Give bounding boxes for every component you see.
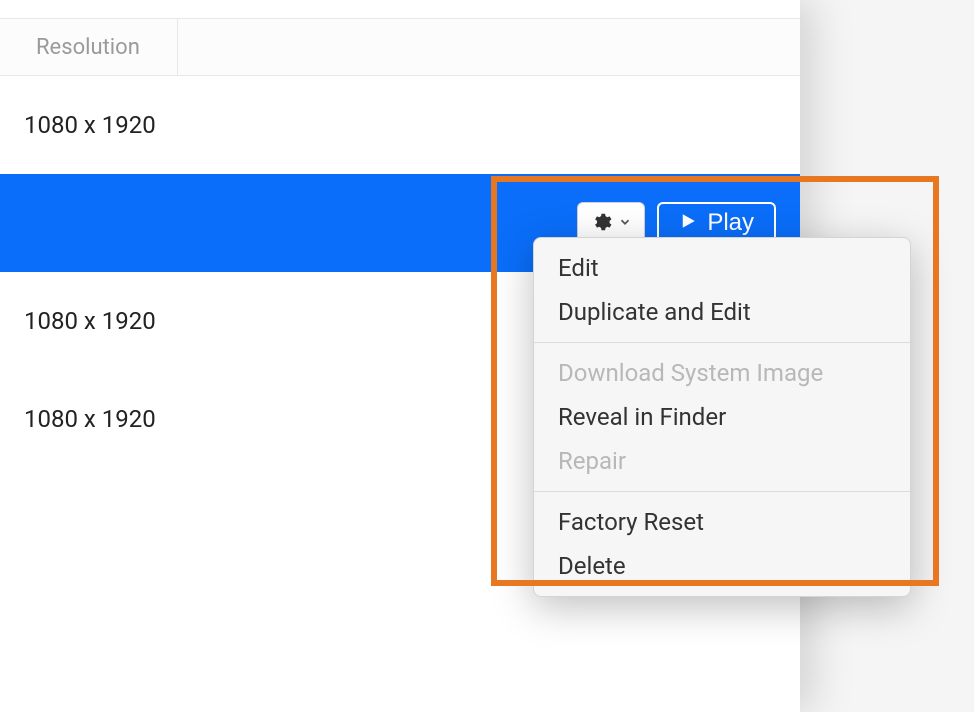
menu-item-repair: Repair	[534, 439, 910, 483]
resolution-value: 1080 x 1920	[24, 111, 156, 139]
chevron-down-icon	[618, 215, 632, 232]
menu-section: Download System Image Reveal in Finder R…	[534, 343, 910, 492]
menu-item-duplicate-and-edit[interactable]: Duplicate and Edit	[534, 290, 910, 334]
gear-icon	[590, 211, 612, 236]
menu-item-delete[interactable]: Delete	[534, 544, 910, 588]
play-button-label: Play	[707, 209, 754, 237]
menu-section: Edit Duplicate and Edit	[534, 238, 910, 343]
play-icon	[679, 209, 697, 237]
menu-section: Factory Reset Delete	[534, 492, 910, 596]
resolution-value: 1080 x 1920	[24, 405, 156, 433]
menu-item-factory-reset[interactable]: Factory Reset	[534, 500, 910, 544]
context-menu: Edit Duplicate and Edit Download System …	[533, 237, 911, 597]
menu-item-reveal-in-finder[interactable]: Reveal in Finder	[534, 395, 910, 439]
table-row[interactable]: 1080 x 1920	[0, 76, 800, 174]
resolution-value: 1080 x 1920	[24, 307, 156, 335]
menu-item-edit[interactable]: Edit	[534, 246, 910, 290]
menu-item-download-system-image: Download System Image	[534, 351, 910, 395]
table-header: Resolution	[0, 18, 800, 76]
column-header-resolution[interactable]: Resolution	[0, 19, 178, 75]
